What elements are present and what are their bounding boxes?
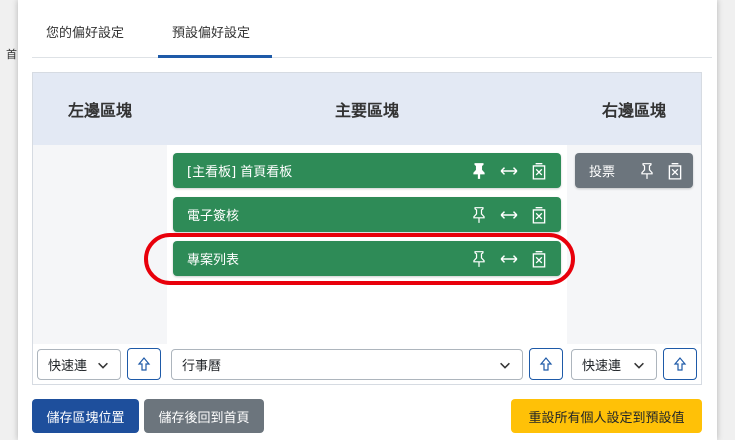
- tab-your-preferences[interactable]: 您的偏好設定: [46, 22, 124, 41]
- left-add-block-button[interactable]: [127, 348, 161, 380]
- main-block-project-list[interactable]: 專案列表: [173, 241, 561, 276]
- reset-all-settings-button[interactable]: 重設所有個人設定到預設值: [511, 399, 702, 433]
- main-block-esign[interactable]: 電子簽核: [173, 197, 561, 232]
- resize-horizontal-icon[interactable]: [499, 205, 519, 225]
- select-value: 快速連: [48, 359, 88, 374]
- arrow-up-icon: [137, 357, 151, 371]
- pin-filled-icon[interactable]: [469, 161, 489, 181]
- block-label: 專案列表: [187, 253, 240, 268]
- tab-bar: 您的偏好設定 預設偏好設定: [32, 0, 712, 58]
- arrow-up-icon: [539, 357, 553, 371]
- right-add-block-button[interactable]: [663, 348, 697, 380]
- select-value: 行事曆: [182, 359, 222, 374]
- resize-horizontal-icon[interactable]: [499, 249, 519, 269]
- pin-outline-icon[interactable]: [469, 249, 489, 269]
- main-column-header: 主要區塊: [167, 73, 567, 145]
- pin-outline-icon[interactable]: [637, 161, 657, 181]
- left-add-block-select[interactable]: 快速連: [37, 349, 121, 380]
- chevron-down-icon: [634, 362, 644, 369]
- resize-horizontal-icon[interactable]: [499, 161, 519, 181]
- arrow-up-icon: [673, 357, 687, 371]
- delete-icon[interactable]: [665, 161, 685, 181]
- pin-outline-icon[interactable]: [469, 205, 489, 225]
- main-add-block-button[interactable]: [529, 348, 563, 380]
- delete-icon[interactable]: [529, 161, 549, 181]
- background-page-text: 首: [6, 48, 17, 61]
- right-add-block-select[interactable]: 快速連: [571, 349, 657, 380]
- left-column-header: 左邊區塊: [33, 73, 167, 145]
- right-column-header: 右邊區塊: [567, 73, 701, 145]
- main-block-dashboard[interactable]: [主看板] 首頁看板: [173, 153, 561, 188]
- left-column-dropzone[interactable]: [33, 145, 167, 344]
- layout-panel: 左邊區塊 主要區塊 右邊區塊 [主看板] 首頁看板 電子簽核 專案列表 投票 快…: [32, 72, 702, 385]
- main-add-block-select[interactable]: 行事曆: [171, 349, 523, 380]
- block-label: [主看板] 首頁看板: [187, 165, 293, 180]
- select-value: 快速連: [582, 359, 622, 374]
- chevron-down-icon: [500, 362, 510, 369]
- tab-default-preferences[interactable]: 預設偏好設定: [172, 22, 250, 41]
- preferences-modal: 您的偏好設定 預設偏好設定 左邊區塊 主要區塊 右邊區塊 [主看板] 首頁看板: [18, 0, 717, 440]
- delete-icon[interactable]: [529, 249, 549, 269]
- background-page: [0, 0, 18, 440]
- chevron-down-icon: [98, 362, 108, 369]
- active-tab-indicator: [158, 55, 272, 58]
- delete-icon[interactable]: [529, 205, 549, 225]
- block-label: 投票: [589, 165, 616, 180]
- right-block-vote[interactable]: 投票: [575, 153, 693, 188]
- save-block-positions-button[interactable]: 儲存區塊位置: [32, 399, 139, 433]
- save-and-return-home-button[interactable]: 儲存後回到首頁: [144, 399, 264, 433]
- block-label: 電子簽核: [187, 209, 240, 224]
